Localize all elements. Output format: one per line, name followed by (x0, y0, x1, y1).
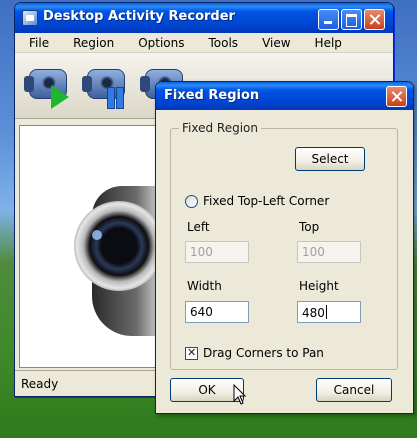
cancel-button[interactable]: Cancel (316, 378, 392, 402)
dialog-titlebar[interactable]: Fixed Region (156, 82, 413, 110)
main-titlebar[interactable]: Desktop Activity Recorder (15, 3, 393, 33)
dialog-title: Fixed Region (164, 88, 260, 103)
left-label: Left (187, 220, 210, 234)
top-field[interactable]: 100 (297, 241, 361, 263)
checkbox-mark-icon: ✕ (187, 346, 197, 359)
menu-bar: File Region Options Tools View Help (15, 33, 393, 53)
app-icon (22, 10, 38, 26)
text-caret (325, 305, 327, 319)
dialog-close-button[interactable] (386, 86, 407, 107)
minimize-button[interactable] (318, 9, 339, 30)
drag-corners-checkbox[interactable]: ✕ (185, 346, 198, 360)
menu-tools[interactable]: Tools (201, 36, 247, 50)
left-field[interactable]: 100 (185, 241, 249, 263)
menu-file[interactable]: File (21, 36, 57, 50)
menu-region[interactable]: Region (65, 36, 122, 50)
select-button[interactable]: Select (295, 147, 365, 171)
width-label: Width (187, 279, 222, 293)
fixed-top-left-label: Fixed Top-Left Corner (203, 194, 330, 208)
height-value: 480 (302, 306, 325, 320)
play-icon (51, 85, 69, 109)
lens-glint (92, 230, 102, 240)
dialog-controls (386, 86, 407, 107)
pause-button[interactable] (82, 61, 133, 111)
fixed-region-dialog: Fixed Region Fixed Region Select Fixed T… (155, 81, 414, 414)
width-field[interactable]: 640 (185, 301, 249, 323)
menu-view[interactable]: View (254, 36, 298, 50)
main-window-controls (318, 9, 385, 30)
width-value: 640 (190, 305, 213, 319)
status-text: Ready (21, 377, 59, 391)
record-button[interactable] (24, 61, 75, 111)
camcorder-lens (74, 201, 164, 291)
maximize-button[interactable] (341, 9, 362, 30)
drag-corners-label: Drag Corners to Pan (203, 346, 324, 360)
menu-options[interactable]: Options (130, 36, 192, 50)
pause-icon (107, 87, 125, 109)
top-label: Top (299, 220, 320, 234)
fixed-region-group: Fixed Region Select Fixed Top-Left Corne… (170, 121, 398, 370)
group-title: Fixed Region (179, 121, 261, 135)
close-button[interactable] (364, 9, 385, 30)
main-window-title: Desktop Activity Recorder (43, 9, 235, 24)
fixed-top-left-radio[interactable] (185, 195, 198, 208)
height-label: Height (299, 279, 339, 293)
menu-help[interactable]: Help (307, 36, 350, 50)
height-field[interactable]: 480 (297, 301, 361, 323)
